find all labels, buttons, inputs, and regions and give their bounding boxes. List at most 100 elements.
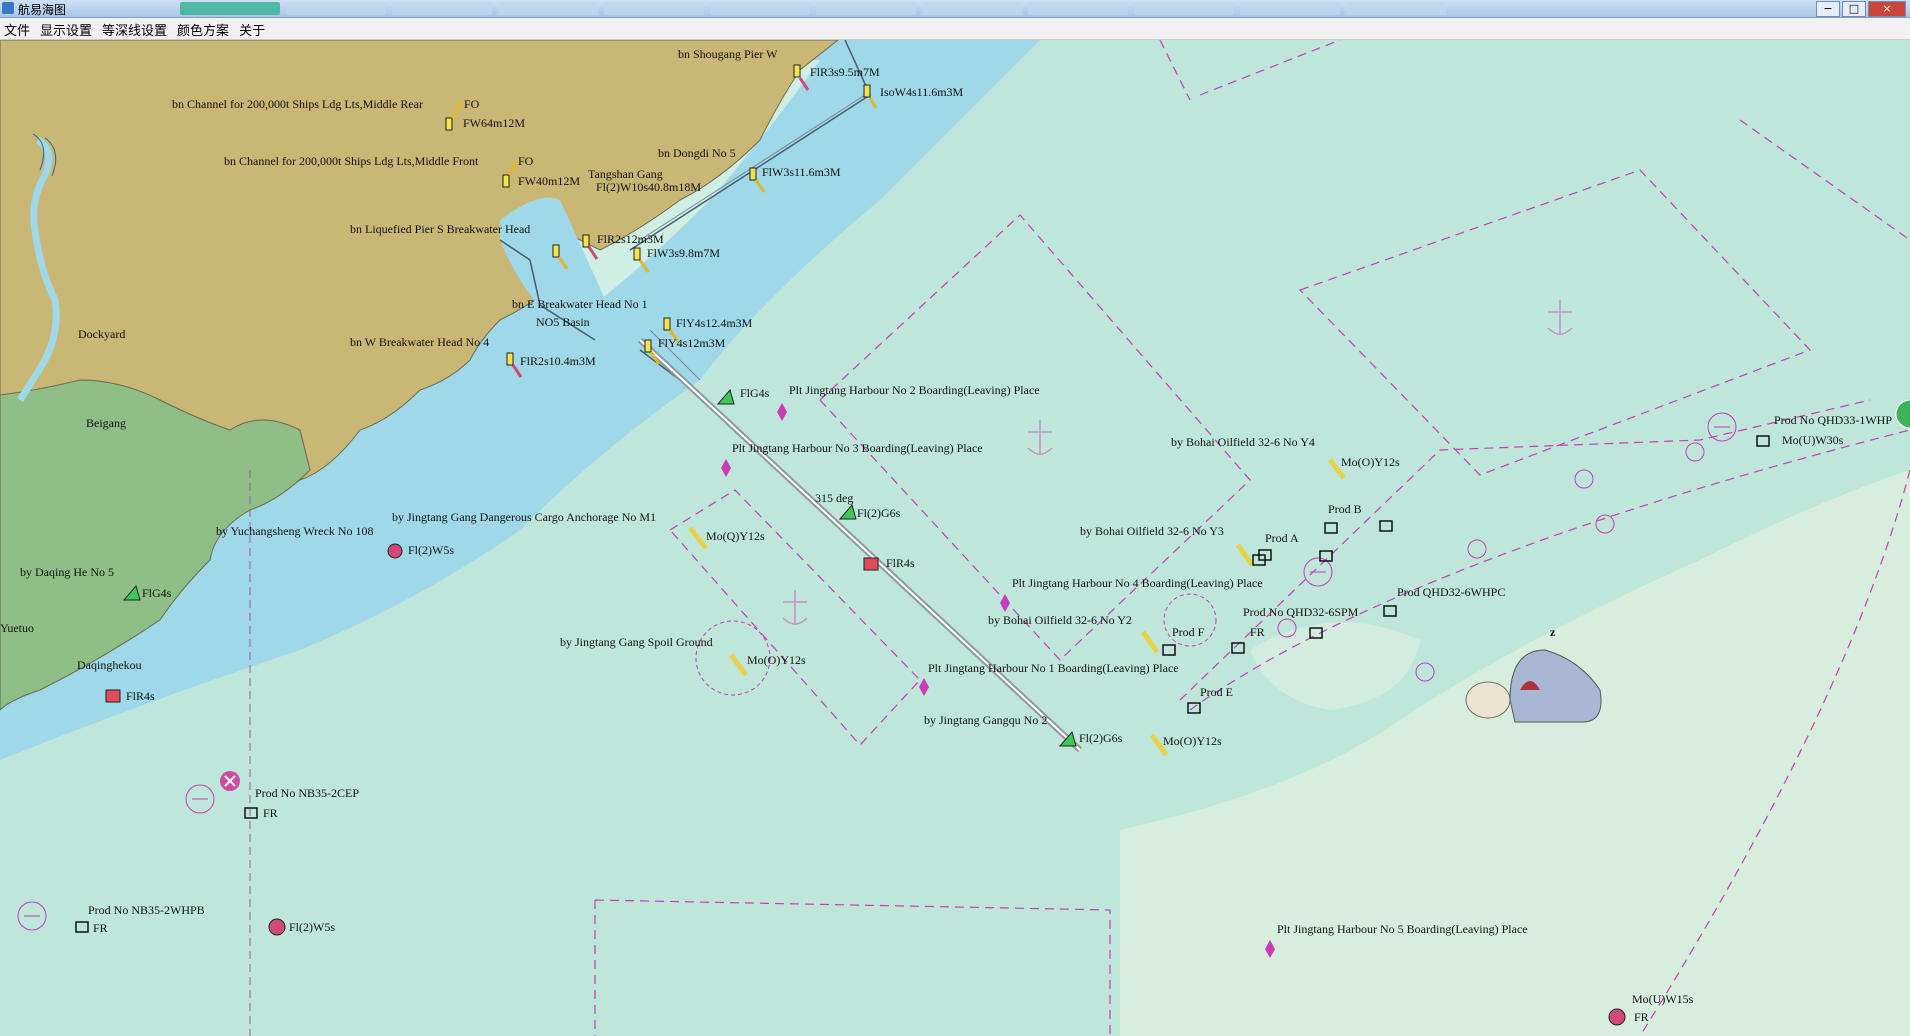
- map-label: Fl(2)W10s40.8m18M: [596, 180, 701, 194]
- map-label: bn Liquefied Pier S Breakwater Head: [350, 222, 530, 236]
- menu-file[interactable]: 文件: [0, 18, 36, 39]
- map-label: Mo(O)Y12s: [1341, 455, 1400, 469]
- place-name: Yuetuo: [0, 621, 34, 635]
- wreck-marker: [387, 543, 403, 559]
- task-tab[interactable]: [710, 2, 810, 15]
- map-label: bn Channel for 200,000t Ships Ldg Lts,Mi…: [224, 154, 479, 168]
- map-label: Fl(2)W5s: [408, 543, 454, 557]
- map-label: FR: [1634, 1010, 1649, 1024]
- map-label: 315 deg: [815, 491, 853, 505]
- map-label: by Daqing He No 5: [20, 565, 114, 579]
- map-label: Tangshan Gang: [588, 167, 663, 181]
- map-label: Prod F: [1172, 625, 1205, 639]
- task-tab[interactable]: [180, 2, 280, 15]
- map-label: FlR4s: [886, 556, 915, 570]
- map-label: bn Dongdi No 5: [658, 146, 736, 160]
- map-label: FlW3s11.6m3M: [762, 165, 841, 179]
- wreck-marker: [1608, 1008, 1626, 1026]
- menu-bar: 文件 显示设置 等深线设置 颜色方案 关于: [0, 18, 1910, 40]
- map-label: Mo(O)Y12s: [747, 653, 806, 667]
- map-label: Prod No NB35-2WHPB: [88, 903, 205, 917]
- task-tab[interactable]: [604, 2, 704, 15]
- map-label: FlW3s9.8m7M: [647, 246, 720, 260]
- map-label: NO5 Basin: [536, 315, 590, 329]
- map-label: Prod B: [1328, 502, 1362, 516]
- chart-canvas[interactable]: z bn Shougang Pier W FlR3s9.5m7M IsoW4s1…: [0, 40, 1910, 1036]
- task-tab[interactable]: [392, 2, 492, 15]
- map-label: Mo(U)W15s: [1632, 992, 1694, 1006]
- map-label: Plt Jingtang Harbour No 3 Boarding(Leavi…: [732, 441, 983, 455]
- zzz-mark: z: [1550, 625, 1556, 639]
- map-label: Prod No QHD33-1WHP: [1774, 413, 1892, 427]
- window-title: 航易海图: [18, 3, 67, 17]
- map-label: FR: [1250, 625, 1265, 639]
- buoy-red-icon: [863, 557, 879, 571]
- close-button[interactable]: ×: [1868, 1, 1906, 17]
- task-tab[interactable]: [1346, 2, 1446, 15]
- task-tab[interactable]: [1134, 2, 1234, 15]
- wreck-marker: [268, 918, 286, 936]
- map-label: IsoW4s11.6m3M: [880, 85, 964, 99]
- task-tab[interactable]: [286, 2, 386, 15]
- menu-color-scheme[interactable]: 颜色方案: [173, 18, 235, 39]
- maximize-button[interactable]: □: [1842, 1, 1866, 17]
- map-label: Prod No NB35-2CEP: [255, 786, 359, 800]
- map-label: by Bohai Oilfield 32-6 No Y4: [1171, 435, 1315, 449]
- window-controls: − □ ×: [1816, 1, 1906, 17]
- map-label: Plt Jingtang Harbour No 1 Boarding(Leavi…: [928, 661, 1179, 675]
- map-label: Prod QHD32-6WHPC: [1397, 585, 1505, 599]
- map-label: bn Shougang Pier W: [678, 47, 778, 61]
- map-label: by Yuchangsheng Wreck No 108: [216, 524, 373, 538]
- map-label: FlR2s12m3M: [597, 232, 664, 246]
- map-label: FW40m12M: [518, 174, 580, 188]
- task-tab[interactable]: [922, 2, 1022, 15]
- menu-about[interactable]: 关于: [235, 18, 271, 39]
- map-label: Fl(2)G6s: [857, 506, 901, 520]
- task-tab[interactable]: [498, 2, 598, 15]
- map-label: Prod No QHD32-6SPM: [1243, 605, 1359, 619]
- map-label: by Jingtang Gangqu No 2: [924, 713, 1047, 727]
- menu-depth-contour-settings[interactable]: 等深线设置: [98, 18, 173, 39]
- map-label: bn Channel for 200,000t Ships Ldg Lts,Mi…: [172, 97, 423, 111]
- map-label: Mo(Q)Y12s: [706, 529, 765, 543]
- map-label: Mo(O)Y12s: [1163, 734, 1222, 748]
- map-label: by Jingtang Gang Spoil Ground: [560, 635, 713, 649]
- map-label: FR: [263, 806, 278, 820]
- title-bar: 航易海图 − □ ×: [0, 0, 1910, 18]
- map-label: by Bohai Oilfield 32-6 No Y3: [1080, 524, 1224, 538]
- map-label: FO: [518, 154, 534, 168]
- minimize-button[interactable]: −: [1816, 1, 1840, 17]
- map-label: FlG4s: [740, 386, 770, 400]
- map-label: Fl(2)G6s: [1079, 731, 1123, 745]
- map-label: Plt Jingtang Harbour No 4 Boarding(Leavi…: [1012, 576, 1263, 590]
- map-label: FlY4s12m3M: [658, 336, 726, 350]
- map-label: FlY4s12.4m3M: [676, 316, 753, 330]
- map-label: Plt Jingtang Harbour No 2 Boarding(Leavi…: [789, 383, 1040, 397]
- map-label: FW64m12M: [463, 116, 525, 130]
- map-label: FlR4s: [126, 689, 155, 703]
- menu-display-settings[interactable]: 显示设置: [36, 18, 98, 39]
- app-icon: [2, 2, 14, 14]
- map-label: bn E Breakwater Head No 1: [512, 297, 648, 311]
- map-label: FlR2s10.4m3M: [520, 354, 596, 368]
- map-label: by Jingtang Gang Dangerous Cargo Anchora…: [392, 510, 656, 524]
- map-label: Mo(U)W30s: [1782, 433, 1844, 447]
- map-label: by Bohai Oilfield 32-6 No Y2: [988, 613, 1132, 627]
- task-tab[interactable]: [816, 2, 916, 15]
- danger-icon: [220, 771, 240, 791]
- map-label: FlR3s9.5m7M: [810, 65, 880, 79]
- buoy-red-icon: [105, 689, 121, 703]
- map-label: bn W Breakwater Head No 4: [350, 335, 489, 349]
- map-label: FlG4s: [142, 586, 172, 600]
- map-label: Plt Jingtang Harbour No 5 Boarding(Leavi…: [1277, 922, 1528, 936]
- map-label: Prod A: [1265, 531, 1299, 545]
- map-label: Fl(2)W5s: [289, 920, 335, 934]
- map-label: FR: [93, 921, 108, 935]
- task-tab[interactable]: [1028, 2, 1128, 15]
- place-name: Daqinghekou: [77, 658, 142, 672]
- map-label: FO: [464, 97, 480, 111]
- place-name: Beigang: [86, 416, 126, 430]
- map-label: Prod E: [1200, 685, 1233, 699]
- taskbar-strip: [180, 2, 1446, 15]
- task-tab[interactable]: [1240, 2, 1340, 15]
